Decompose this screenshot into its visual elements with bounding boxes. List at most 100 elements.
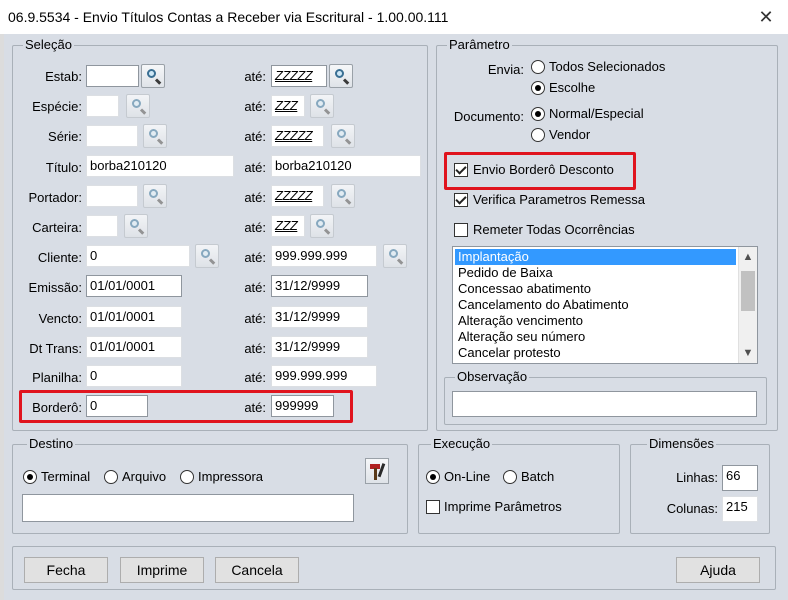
- documento-label: Documento:: [453, 109, 524, 124]
- magnifier-icon[interactable]: [143, 184, 167, 208]
- magnifier-icon[interactable]: [126, 94, 150, 118]
- vencto-to-input[interactable]: 31/12/9999: [271, 306, 368, 328]
- ate-label: até:: [244, 400, 266, 415]
- magnifier-icon[interactable]: [331, 124, 355, 148]
- list-item[interactable]: Cancelamento do Abatimento: [455, 297, 736, 313]
- destino-terminal-radio[interactable]: [23, 470, 37, 484]
- ate-label: até:: [244, 311, 266, 326]
- especie-from-input[interactable]: [86, 95, 119, 117]
- titulo-to-input[interactable]: borba210120: [271, 155, 421, 177]
- bordero-from-input[interactable]: 0: [86, 395, 148, 417]
- portador-from-input[interactable]: [86, 185, 138, 207]
- observacao-input[interactable]: [452, 391, 757, 417]
- execucao-batch-label: Batch: [521, 469, 555, 484]
- magnifier-icon[interactable]: [331, 184, 355, 208]
- dt-trans-label: Dt Trans:: [29, 341, 82, 356]
- carteira-from-input[interactable]: [86, 215, 118, 237]
- verifica-parametros-checkbox[interactable]: [454, 193, 468, 207]
- estab-label: Estab:: [45, 69, 82, 84]
- magnifier-icon[interactable]: [124, 214, 148, 238]
- dt-trans-from-input[interactable]: 01/01/0001: [86, 336, 182, 358]
- selecao-legend: Seleção: [23, 37, 74, 52]
- parametro-legend: Parâmetro: [447, 37, 512, 52]
- ate-label: até:: [244, 280, 266, 295]
- remeter-todas-checkbox[interactable]: [454, 223, 468, 237]
- imprime-parametros-checkbox[interactable]: [426, 500, 440, 514]
- portador-label: Portador:: [28, 190, 82, 205]
- execucao-batch-radio[interactable]: [503, 470, 517, 484]
- window-title: 06.9.5534 - Envio Títulos Contas a Receb…: [8, 9, 449, 25]
- colunas-input[interactable]: 215: [722, 496, 758, 522]
- envia-todos-label: Todos Selecionados: [549, 59, 666, 74]
- ocorrencias-listbox[interactable]: Implantação Pedido de Baixa Concessao ab…: [452, 246, 758, 364]
- ate-label: até:: [244, 99, 266, 114]
- execucao-online-label: On-Line: [444, 469, 491, 484]
- list-item[interactable]: Concessao abatimento: [455, 281, 736, 297]
- cliente-to-input[interactable]: 999.999.999: [271, 245, 377, 267]
- list-item[interactable]: Cancelar protesto: [455, 345, 736, 361]
- list-scrollbar[interactable]: ▲ ▼: [738, 247, 757, 363]
- documento-vendor-radio[interactable]: [531, 128, 545, 142]
- ajuda-button[interactable]: Ajuda: [676, 557, 760, 583]
- list-item[interactable]: Pedido de Baixa: [455, 265, 736, 281]
- envio-bordero-checkbox[interactable]: [454, 163, 468, 177]
- destino-legend: Destino: [27, 436, 76, 451]
- destino-impressora-label: Impressora: [198, 469, 264, 484]
- estab-to-input[interactable]: ZZZZZ: [271, 65, 327, 87]
- titulo-from-input[interactable]: borba210120: [86, 155, 234, 177]
- documento-vendor-label: Vendor: [549, 127, 591, 142]
- serie-from-input[interactable]: [86, 125, 138, 147]
- estab-from-input[interactable]: [86, 65, 139, 87]
- close-icon[interactable]: ✕: [752, 5, 780, 29]
- cliente-from-input[interactable]: 0: [86, 245, 190, 267]
- magnifier-icon[interactable]: [310, 214, 334, 238]
- cliente-label: Cliente:: [37, 250, 82, 265]
- magnifier-icon[interactable]: [195, 244, 219, 268]
- fecha-button[interactable]: Fecha: [24, 557, 108, 583]
- carteira-to-input[interactable]: ZZZ: [271, 215, 305, 237]
- cancela-button[interactable]: Cancela: [215, 557, 299, 583]
- documento-normal-radio[interactable]: [531, 107, 545, 121]
- envia-escolhe-radio[interactable]: [531, 81, 545, 95]
- chevron-down-icon[interactable]: ▼: [739, 345, 757, 361]
- dt-trans-to-input[interactable]: 31/12/9999: [271, 336, 368, 358]
- planilha-to-input[interactable]: 999.999.999: [271, 365, 377, 387]
- magnifier-icon[interactable]: [141, 64, 165, 88]
- scrollbar-thumb[interactable]: [741, 271, 755, 311]
- envia-label: Envia:: [487, 62, 524, 77]
- verifica-parametros-label: Verifica Parametros Remessa: [473, 192, 645, 207]
- magnifier-icon[interactable]: [143, 124, 167, 148]
- ate-label: até:: [244, 129, 266, 144]
- linhas-input[interactable]: 66: [722, 465, 758, 491]
- destino-arquivo-radio[interactable]: [104, 470, 118, 484]
- destino-path-input[interactable]: [22, 494, 354, 522]
- envia-todos-radio[interactable]: [531, 60, 545, 74]
- emissao-from-input[interactable]: 01/01/0001: [86, 275, 182, 297]
- execucao-group: Execução: [418, 436, 620, 534]
- documento-normal-label: Normal/Especial: [549, 106, 644, 121]
- remeter-todas-label: Remeter Todas Ocorrências: [473, 222, 635, 237]
- colunas-label: Colunas:: [666, 501, 718, 516]
- magnifier-icon[interactable]: [310, 94, 334, 118]
- vencto-from-input[interactable]: 01/01/0001: [86, 306, 182, 328]
- destino-impressora-radio[interactable]: [180, 470, 194, 484]
- list-item[interactable]: Implantação: [455, 249, 736, 265]
- execucao-online-radio[interactable]: [426, 470, 440, 484]
- serie-to-input[interactable]: ZZZZZ: [271, 125, 324, 147]
- envia-escolhe-label: Escolhe: [549, 80, 596, 95]
- list-item[interactable]: Alteração seu número: [455, 329, 736, 345]
- imprime-button[interactable]: Imprime: [120, 557, 204, 583]
- chevron-up-icon[interactable]: ▲: [739, 249, 757, 265]
- observacao-legend: Observação: [455, 369, 530, 384]
- magnifier-icon[interactable]: [329, 64, 353, 88]
- bordero-to-input[interactable]: 999999: [271, 395, 334, 417]
- especie-label: Espécie:: [32, 99, 82, 114]
- planilha-from-input[interactable]: 0: [86, 365, 182, 387]
- portador-to-input[interactable]: ZZZZZ: [271, 185, 324, 207]
- especie-to-input[interactable]: ZZZ: [271, 95, 305, 117]
- tools-icon[interactable]: [365, 458, 389, 484]
- emissao-to-input[interactable]: 31/12/9999: [271, 275, 368, 297]
- magnifier-icon[interactable]: [383, 244, 407, 268]
- emissao-label: Emissão:: [28, 280, 82, 295]
- list-item[interactable]: Alteração vencimento: [455, 313, 736, 329]
